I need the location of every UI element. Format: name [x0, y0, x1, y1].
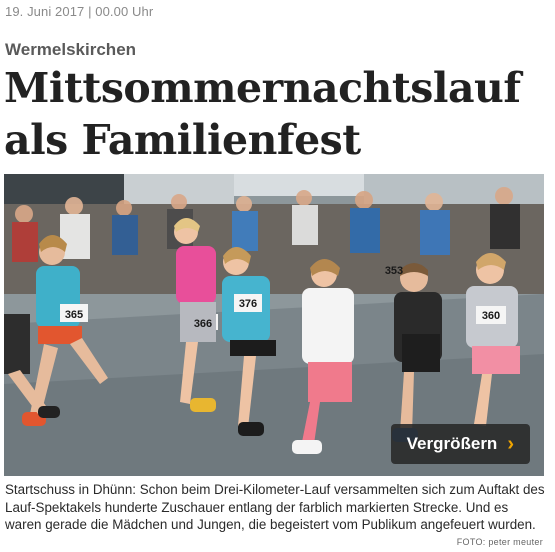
bib-number: 353 [385, 265, 403, 277]
bib-number: 365 [65, 309, 83, 321]
article-dateline: 19. Juni 2017 | 00.00 Uhr [5, 4, 154, 19]
article-kicker: Wermelskirchen [5, 40, 137, 59]
bib-number: 376 [239, 298, 257, 310]
chevron-right-icon: › [507, 433, 514, 455]
bib-number: 360 [482, 310, 500, 322]
photo-credit: FOTO: peter meuter [456, 537, 543, 547]
article-photo[interactable]: 365 366 376 353 360 Vergrößern › [4, 174, 544, 476]
enlarge-image-button[interactable]: Vergrößern › [390, 424, 530, 464]
enlarge-button-label: Vergrößern [406, 434, 498, 453]
bib-number: 366 [194, 318, 212, 330]
photo-caption: Startschuss in Dhünn: Schon beim Drei-Ki… [5, 482, 545, 532]
article-headline: Mittsommernachtslauf als Familienfest [4, 64, 521, 164]
